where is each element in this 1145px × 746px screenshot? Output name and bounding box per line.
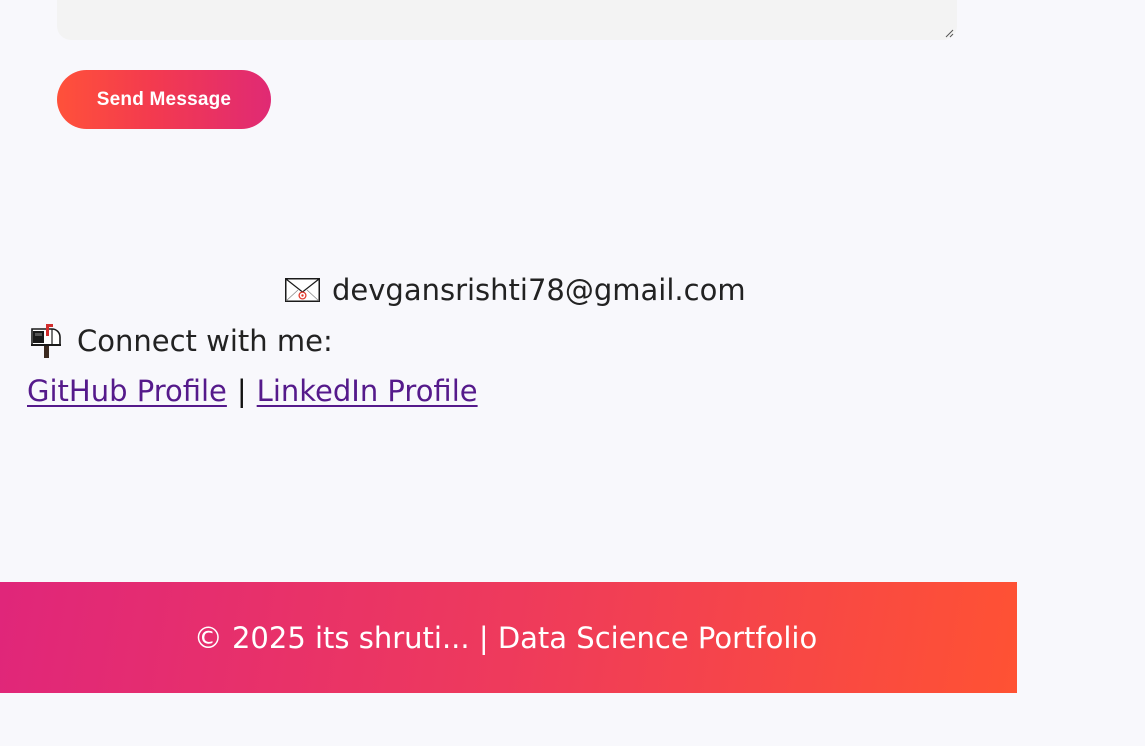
resize-grip-icon[interactable]: [944, 28, 954, 38]
github-profile-link[interactable]: GitHub Profile: [27, 374, 227, 408]
email-address: devgansrishti78@gmail.com: [332, 273, 746, 307]
linkedin-profile-link[interactable]: LinkedIn Profile: [257, 374, 478, 408]
envelope-icon: [285, 278, 320, 302]
footer-text: © 2025 its shruti... | Data Science Port…: [193, 620, 818, 655]
connect-label: Connect with me:: [77, 324, 333, 358]
email-line: devgansrishti78@gmail.com: [285, 268, 746, 312]
mailbox-icon: [31, 324, 61, 358]
connect-line: Connect with me:: [28, 319, 333, 363]
message-textarea[interactable]: [57, 0, 957, 40]
footer: © 2025 its shruti... | Data Science Port…: [0, 582, 1017, 693]
link-divider: |: [236, 374, 247, 408]
send-message-button[interactable]: Send Message: [57, 70, 271, 129]
profile-links: GitHub Profile | LinkedIn Profile: [27, 369, 478, 413]
